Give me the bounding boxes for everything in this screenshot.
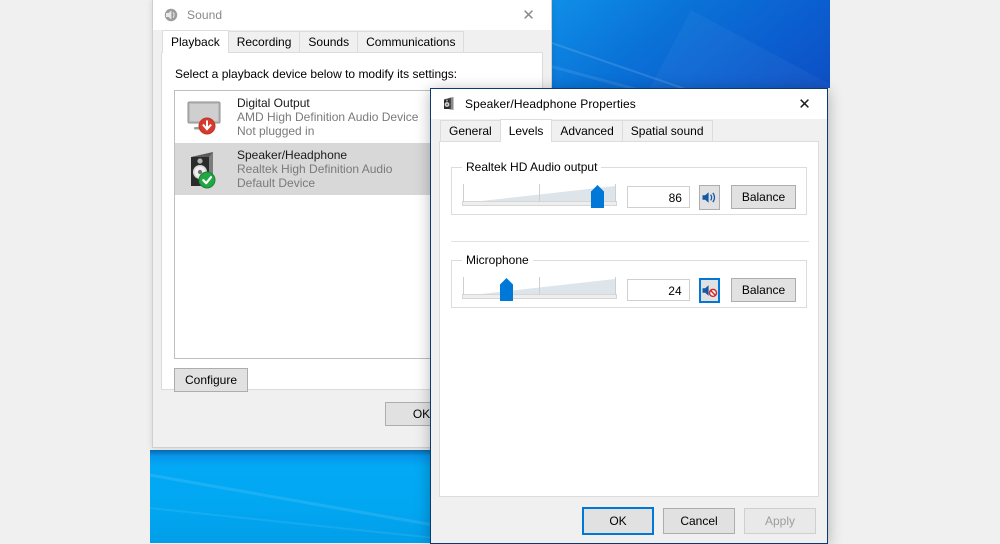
wallpaper-shadow (150, 450, 430, 456)
tab-label: Sounds (308, 35, 350, 49)
tab-levels[interactable]: Levels (499, 119, 553, 142)
speaker-headphone-properties-window[interactable]: Speaker/Headphone Properties ✕ General L… (430, 88, 828, 544)
tab-recording[interactable]: Recording (227, 31, 301, 52)
slider-tick (615, 277, 616, 295)
level-controls-row: 86 Balance (462, 184, 796, 210)
tab-label: Playback (171, 35, 220, 49)
properties-close-button[interactable]: ✕ (782, 89, 827, 119)
close-icon: ✕ (798, 94, 811, 113)
playback-instruction: Select a playback device below to modify… (175, 67, 458, 81)
wallpaper-ray (648, 10, 830, 88)
device-driver: Realtek High Definition Audio (237, 162, 393, 176)
balance-button-microphone[interactable]: Balance (731, 278, 796, 302)
configure-button[interactable]: Configure (174, 368, 248, 392)
properties-cancel-button[interactable]: Cancel (663, 507, 735, 534)
properties-title: Speaker/Headphone Properties (465, 97, 636, 111)
mute-toggle-realtek-output[interactable] (698, 184, 720, 210)
slider-tick (539, 277, 540, 295)
tab-spatial-sound[interactable]: Spatial sound (621, 120, 713, 141)
properties-ok-button[interactable]: OK (582, 506, 654, 535)
speaker-icon (441, 96, 457, 112)
properties-footer: OK Cancel Apply (431, 498, 827, 543)
speaker-box-icon (183, 147, 229, 191)
slider-tick (463, 277, 464, 295)
slider-tick (615, 184, 616, 202)
tab-label: Communications (366, 35, 456, 49)
slider-tick (463, 184, 464, 202)
wallpaper-top (550, 0, 830, 88)
device-name: Speaker/Headphone (237, 148, 348, 162)
device-name: Digital Output (237, 96, 310, 110)
volume-slider-microphone[interactable] (462, 277, 617, 303)
speaker-unmuted-icon (702, 191, 715, 203)
balance-button-realtek-output[interactable]: Balance (731, 185, 796, 209)
device-driver: AMD High Definition Audio Device (237, 110, 419, 124)
device-text: Digital Output AMD High Definition Audio… (237, 96, 418, 138)
close-icon: ✕ (522, 5, 535, 24)
levels-tab-panel: Realtek HD Audio output 86 Balance Micro… (439, 141, 819, 497)
wallpaper-ray (150, 470, 430, 536)
level-group-title: Realtek HD Audio output (462, 160, 602, 174)
device-text: Speaker/Headphone Realtek High Definitio… (237, 148, 392, 190)
tab-label: General (449, 124, 492, 138)
properties-titlebar[interactable]: Speaker/Headphone Properties ✕ (431, 89, 827, 119)
tab-label: Levels (508, 124, 544, 138)
speaker-icon (163, 7, 179, 23)
properties-apply-button[interactable]: Apply (744, 507, 816, 534)
slider-tick (539, 184, 540, 202)
level-group-realtek-hd-audio-output: Realtek HD Audio output 86 Balance (451, 160, 807, 215)
tab-label: Recording (236, 35, 292, 49)
tab-advanced[interactable]: Advanced (551, 120, 623, 141)
device-status: Default Device (237, 176, 316, 190)
tab-general[interactable]: General (440, 120, 501, 141)
slider-thumb[interactable] (500, 278, 513, 301)
levels-divider (451, 241, 809, 242)
wallpaper-bottom (150, 450, 430, 543)
tab-label: Spatial sound (630, 124, 704, 138)
volume-value-realtek-output[interactable]: 86 (627, 186, 690, 208)
monitor-icon (183, 95, 229, 139)
level-controls-row: 24 Balance (462, 277, 796, 303)
sound-window-title: Sound (187, 8, 223, 22)
sound-window-titlebar[interactable]: Sound ✕ (153, 0, 551, 30)
sound-window-tabstrip[interactable]: Playback Recording Sounds Communications (153, 30, 551, 53)
device-status: Not plugged in (237, 124, 315, 138)
wallpaper-ray (150, 505, 430, 543)
tab-playback[interactable]: Playback (162, 30, 229, 53)
volume-slider-realtek-output[interactable] (462, 184, 617, 210)
level-group-microphone: Microphone 24 Balance (451, 253, 807, 308)
speaker-muted-icon (702, 284, 718, 297)
mute-toggle-microphone[interactable] (698, 277, 720, 303)
tab-communications[interactable]: Communications (357, 31, 465, 52)
tab-sounds[interactable]: Sounds (299, 31, 359, 52)
sound-window-close-button[interactable]: ✕ (506, 0, 551, 30)
volume-value-microphone[interactable]: 24 (627, 279, 690, 301)
tab-label: Advanced (560, 124, 614, 138)
properties-tabstrip[interactable]: General Levels Advanced Spatial sound (431, 119, 827, 142)
level-group-title: Microphone (462, 253, 533, 267)
